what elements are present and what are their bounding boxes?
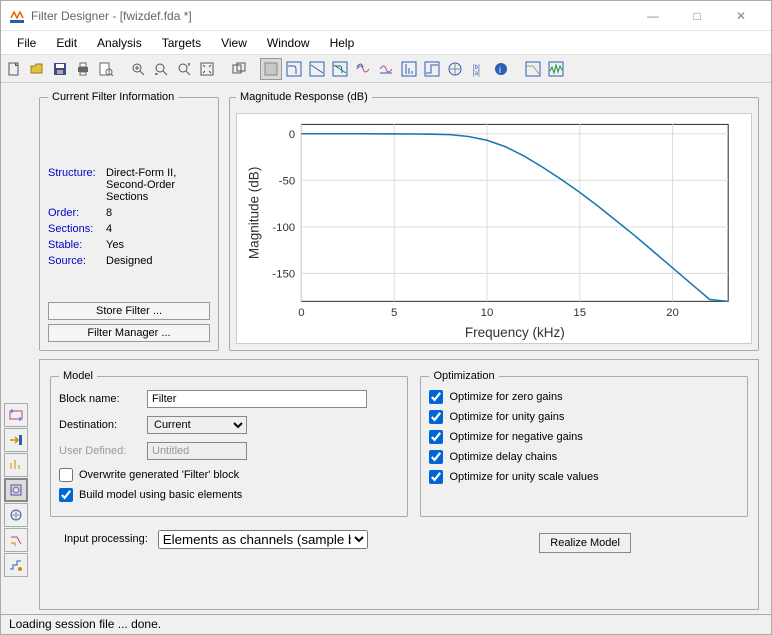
minimize-button[interactable]: — xyxy=(631,1,675,31)
noise-icon[interactable] xyxy=(545,58,567,80)
step-icon[interactable] xyxy=(421,58,443,80)
status-bar: Loading session file ... done. xyxy=(1,614,771,634)
stable-label: Stable: xyxy=(48,239,102,251)
opt-neg-label: Optimize for negative gains xyxy=(449,431,582,443)
overwrite-checkbox[interactable] xyxy=(59,468,73,482)
maximize-button[interactable]: □ xyxy=(675,1,719,31)
opt-delay-checkbox[interactable] xyxy=(429,450,443,464)
magest-icon[interactable] xyxy=(522,58,544,80)
impulse-icon[interactable] xyxy=(398,58,420,80)
menu-file[interactable]: File xyxy=(7,34,46,52)
svg-text:Magnitude (dB): Magnitude (dB) xyxy=(247,167,262,259)
magphase-icon[interactable] xyxy=(329,58,351,80)
window-title: Filter Designer - [fwizdef.fda *] xyxy=(31,9,631,23)
sidetool-polezero-editor[interactable] xyxy=(4,503,28,527)
svg-text:-100: -100 xyxy=(272,222,295,234)
opt-unity-label: Optimize for unity gains xyxy=(449,411,564,423)
sections-label: Sections: xyxy=(48,223,102,235)
opt-delay-label: Optimize delay chains xyxy=(449,451,557,463)
coefficients-icon[interactable]: [b][a] xyxy=(467,58,489,80)
sections-value: 4 xyxy=(106,223,210,235)
source-label: Source: xyxy=(48,255,102,267)
svg-text:[a]: [a] xyxy=(473,71,480,77)
source-value: Designed xyxy=(106,255,210,267)
structure-value: Direct-Form II, Second-Order Sections xyxy=(106,167,210,203)
userdef-label: User Defined: xyxy=(59,445,139,457)
zoom-fit-icon[interactable] xyxy=(196,58,218,80)
realize-model-button[interactable]: Realize Model xyxy=(539,533,631,553)
model-legend: Model xyxy=(59,370,97,382)
svg-text:0: 0 xyxy=(289,129,295,141)
structure-label: Structure: xyxy=(48,167,102,203)
svg-text:i: i xyxy=(499,65,501,75)
filter-manager-button[interactable]: Filter Manager ... xyxy=(48,324,210,342)
inputproc-select[interactable]: Elements as channels (sample based) xyxy=(158,530,368,549)
filterinfo-legend: Current Filter Information xyxy=(48,91,178,103)
magnitude-response-chart: 0 5 10 15 20 0 -50 -100 -150 Frequency (kHz) Magni… xyxy=(236,113,752,344)
blockname-label: Block name: xyxy=(59,393,139,405)
print-preview-icon[interactable] xyxy=(95,58,117,80)
new-icon[interactable] xyxy=(3,58,25,80)
opt-scale-checkbox[interactable] xyxy=(429,470,443,484)
save-icon[interactable] xyxy=(49,58,71,80)
svg-text:20: 20 xyxy=(666,307,679,319)
blockname-input[interactable] xyxy=(147,390,367,408)
basic-elements-label: Build model using basic elements xyxy=(79,489,242,501)
opt-zero-checkbox[interactable] xyxy=(429,390,443,404)
app-icon xyxy=(9,8,25,24)
sidetool-design-filter[interactable] xyxy=(4,403,28,427)
sidetool-quantize[interactable] xyxy=(4,553,28,577)
stable-value: Yes xyxy=(106,239,210,251)
svg-text:0: 0 xyxy=(298,307,304,319)
mag-legend: Magnitude Response (dB) xyxy=(236,91,372,103)
info-icon[interactable]: i xyxy=(490,58,512,80)
menu-help[interactable]: Help xyxy=(320,34,365,52)
sidetool-transform-filter[interactable] xyxy=(4,528,28,552)
opt-scale-label: Optimize for unity scale values xyxy=(449,471,598,483)
zoom-x-icon[interactable] xyxy=(150,58,172,80)
userdef-input xyxy=(147,442,247,460)
overwrite-label: Overwrite generated 'Filter' block xyxy=(79,469,239,481)
opt-neg-checkbox[interactable] xyxy=(429,430,443,444)
menu-analysis[interactable]: Analysis xyxy=(87,34,152,52)
svg-text:Frequency (kHz): Frequency (kHz) xyxy=(465,325,565,340)
filter-specs-icon[interactable] xyxy=(260,58,282,80)
phase-response-icon[interactable] xyxy=(306,58,328,80)
polezero-icon[interactable] xyxy=(444,58,466,80)
print-icon[interactable] xyxy=(72,58,94,80)
svg-text:5: 5 xyxy=(391,307,397,319)
open-icon[interactable] xyxy=(26,58,48,80)
inputproc-label: Input processing: xyxy=(64,533,148,545)
opt-legend: Optimization xyxy=(429,370,498,382)
zoom-in-icon[interactable] xyxy=(127,58,149,80)
close-button[interactable]: ✕ xyxy=(719,1,763,31)
zoom-y-icon[interactable] xyxy=(173,58,195,80)
basic-elements-checkbox[interactable] xyxy=(59,488,73,502)
opt-zero-label: Optimize for zero gains xyxy=(449,391,562,403)
store-filter-button[interactable]: Store Filter ... xyxy=(48,302,210,320)
order-label: Order: xyxy=(48,207,102,219)
menu-view[interactable]: View xyxy=(211,34,257,52)
opt-unity-checkbox[interactable] xyxy=(429,410,443,424)
svg-text:-150: -150 xyxy=(272,269,295,281)
phase-delay-icon[interactable] xyxy=(375,58,397,80)
sidetool-realize-model[interactable] xyxy=(4,478,28,502)
menu-targets[interactable]: Targets xyxy=(152,34,211,52)
destination-label: Destination: xyxy=(59,419,139,431)
svg-text:10: 10 xyxy=(481,307,494,319)
sidetool-multirate[interactable] xyxy=(4,453,28,477)
menu-edit[interactable]: Edit xyxy=(46,34,87,52)
svg-text:15: 15 xyxy=(573,307,586,319)
undock-icon[interactable] xyxy=(228,58,250,80)
sidetool-import-filter[interactable] xyxy=(4,428,28,452)
mag-response-icon[interactable] xyxy=(283,58,305,80)
svg-text:-50: -50 xyxy=(279,175,296,187)
destination-select[interactable]: Current xyxy=(147,416,247,434)
group-delay-icon[interactable] xyxy=(352,58,374,80)
order-value: 8 xyxy=(106,207,210,219)
menu-window[interactable]: Window xyxy=(257,34,320,52)
